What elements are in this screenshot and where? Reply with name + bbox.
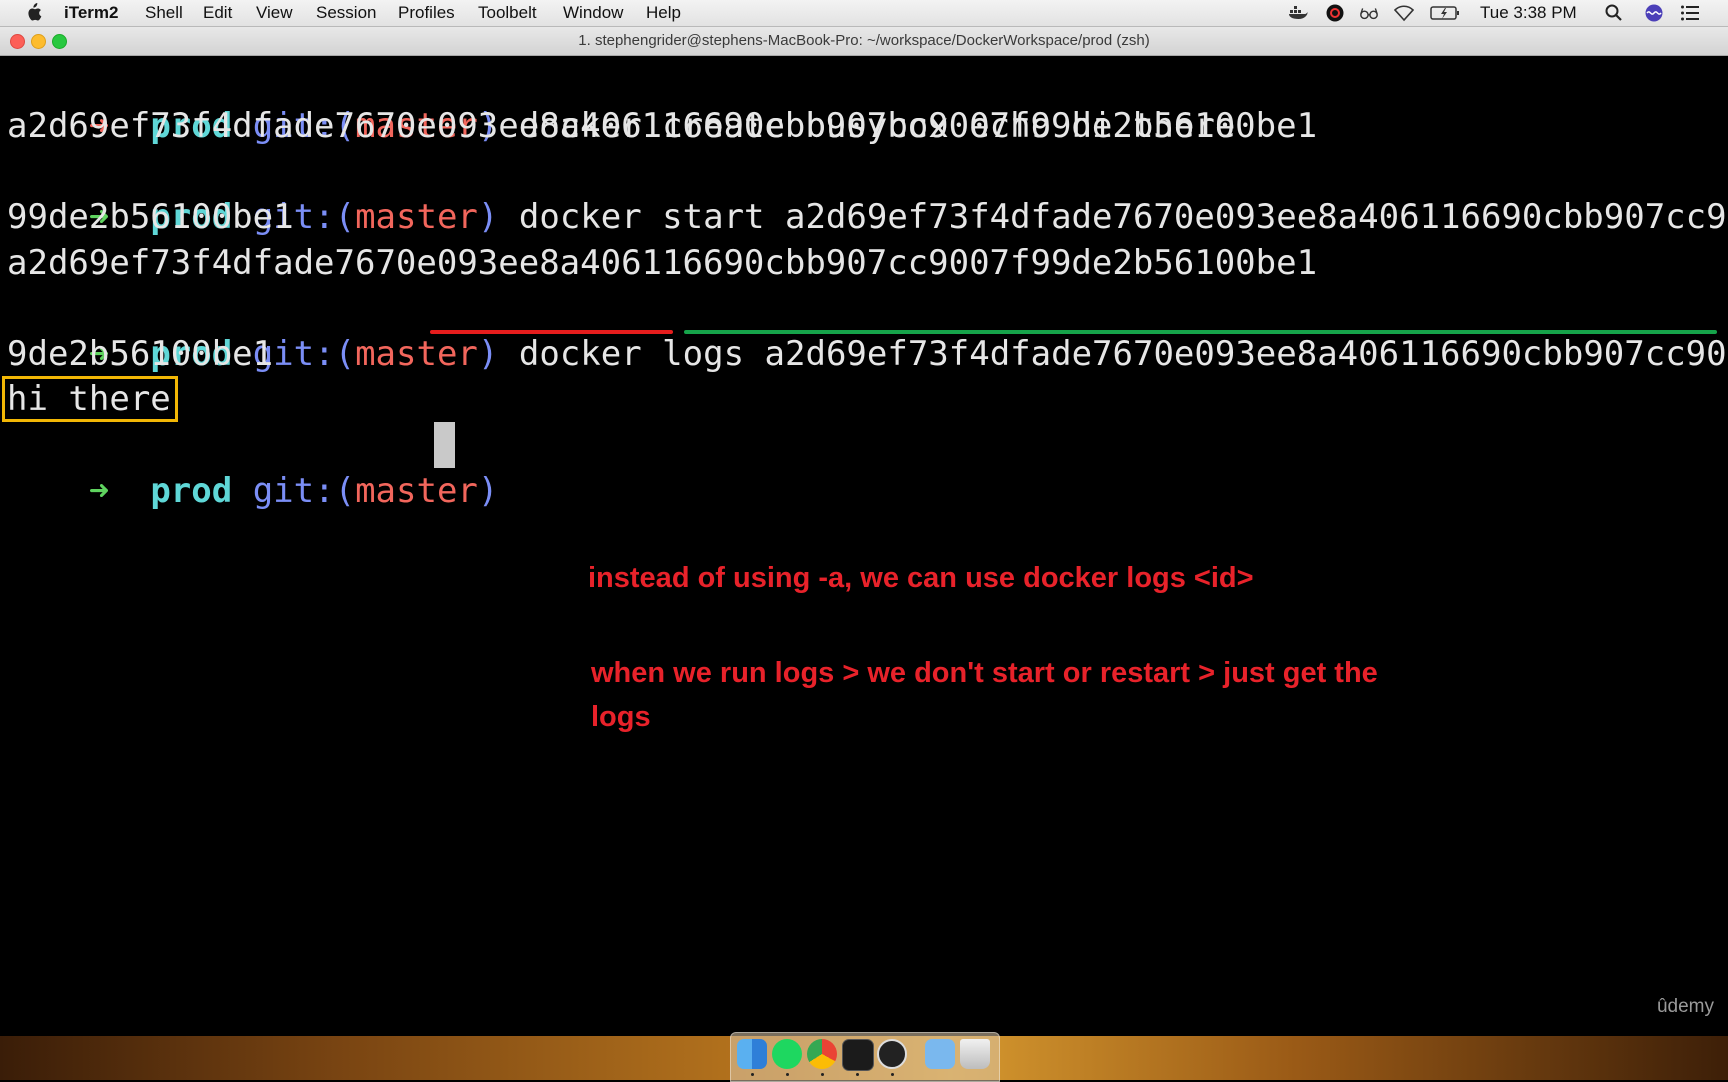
terminal-output-line: a2d69ef73f4dfade7670e093ee8a406116690cbb… xyxy=(7,243,1318,283)
annotation-note-2-line-1: when we run logs > we don't start or res… xyxy=(591,657,1378,689)
running-indicator xyxy=(786,1073,789,1076)
menu-bar: iTerm2 Shell Edit View Session Profiles … xyxy=(0,0,1728,27)
siri-icon[interactable] xyxy=(1644,4,1664,22)
text-cursor[interactable] xyxy=(434,422,455,468)
udemy-watermark: ûdemy xyxy=(1656,996,1714,1017)
menu-edit[interactable]: Edit xyxy=(203,3,232,23)
notification-center-icon[interactable] xyxy=(1680,4,1700,22)
menu-view[interactable]: View xyxy=(256,3,293,23)
prompt-git: git: xyxy=(252,471,335,511)
highlight-box-annotation xyxy=(2,376,178,422)
annotation-note-1: instead of using -a, we can use docker l… xyxy=(588,562,1254,594)
creative-cloud-icon[interactable] xyxy=(1325,4,1345,22)
menu-clock[interactable]: Tue 3:38 PM xyxy=(1480,3,1577,23)
glasses-icon[interactable] xyxy=(1359,4,1379,22)
prompt-dir: prod xyxy=(150,471,233,511)
prompt-branch: master xyxy=(355,197,478,237)
command-docker-logs: docker logs xyxy=(518,334,745,374)
menu-app-name[interactable]: iTerm2 xyxy=(64,3,119,23)
prompt-paren-close: ) xyxy=(477,471,499,511)
prompt-paren-open: ( xyxy=(334,334,356,374)
menu-session[interactable]: Session xyxy=(316,3,376,23)
running-indicator xyxy=(856,1073,859,1076)
search-icon[interactable] xyxy=(1604,4,1624,22)
menu-profiles[interactable]: Profiles xyxy=(398,3,455,23)
terminal-line-command: ➜ prod git:(master) docker start a2d69ef… xyxy=(7,148,1728,237)
folder-icon[interactable] xyxy=(925,1039,955,1069)
dock xyxy=(730,1032,1000,1082)
annotation-note-2-line-2: logs xyxy=(591,701,651,733)
prompt-paren-close: ) xyxy=(477,334,499,374)
spotify-icon[interactable] xyxy=(772,1039,802,1069)
battery-icon[interactable] xyxy=(1430,4,1460,22)
running-indicator xyxy=(751,1073,754,1076)
running-indicator xyxy=(891,1073,894,1076)
prompt-branch: master xyxy=(355,334,478,374)
terminal-line-command: ➜ prod git:(master) docker create busybo… xyxy=(7,57,1235,146)
green-underline-annotation xyxy=(684,330,1717,334)
prompt-paren-open: ( xyxy=(334,471,356,511)
terminal-line-prompt: ➜ prod git:(master) xyxy=(7,422,499,511)
trash-icon[interactable] xyxy=(960,1039,990,1069)
terminal-line-command: ➜ prod git:(master) docker logs a2d69ef7… xyxy=(7,285,1728,374)
command-continuation: 99de2b56100be1 xyxy=(7,197,294,237)
obs-icon[interactable] xyxy=(877,1039,907,1069)
prompt-branch: master xyxy=(355,471,478,511)
finder-icon[interactable] xyxy=(737,1039,767,1069)
command-container-id: a2d69ef73f4dfade7670e093ee8a406116690cbb… xyxy=(764,334,1728,374)
red-underline-annotation xyxy=(430,330,673,334)
terminal-pane[interactable]: ➜ prod git:(master) docker create busybo… xyxy=(0,56,1728,1036)
docker-icon[interactable] xyxy=(1288,4,1308,22)
chrome-icon[interactable] xyxy=(807,1039,837,1069)
command-text: docker start a2d69ef73f4dfade7670e093ee8… xyxy=(518,197,1728,237)
wifi-icon[interactable] xyxy=(1394,4,1414,22)
menu-shell[interactable]: Shell xyxy=(145,3,183,23)
running-indicator xyxy=(821,1073,824,1076)
window-title-bar[interactable]: 1. stephengrider@stephens-MacBook-Pro: ~… xyxy=(0,27,1728,56)
window-title: 1. stephengrider@stephens-MacBook-Pro: ~… xyxy=(578,32,1150,49)
menu-toolbelt[interactable]: Toolbelt xyxy=(478,3,537,23)
prompt-paren-close: ) xyxy=(477,197,499,237)
prompt-paren-open: ( xyxy=(334,197,356,237)
prompt-arrow: ➜ xyxy=(88,471,110,511)
terminal-output-line: a2d69ef73f4dfade7670e093ee8a406116690cbb… xyxy=(7,106,1318,146)
apple-icon[interactable] xyxy=(24,3,42,22)
terminal-icon[interactable] xyxy=(842,1039,874,1071)
menu-window[interactable]: Window xyxy=(563,3,623,23)
menu-help[interactable]: Help xyxy=(646,3,681,23)
command-continuation: 9de2b56100be1 xyxy=(7,334,274,374)
